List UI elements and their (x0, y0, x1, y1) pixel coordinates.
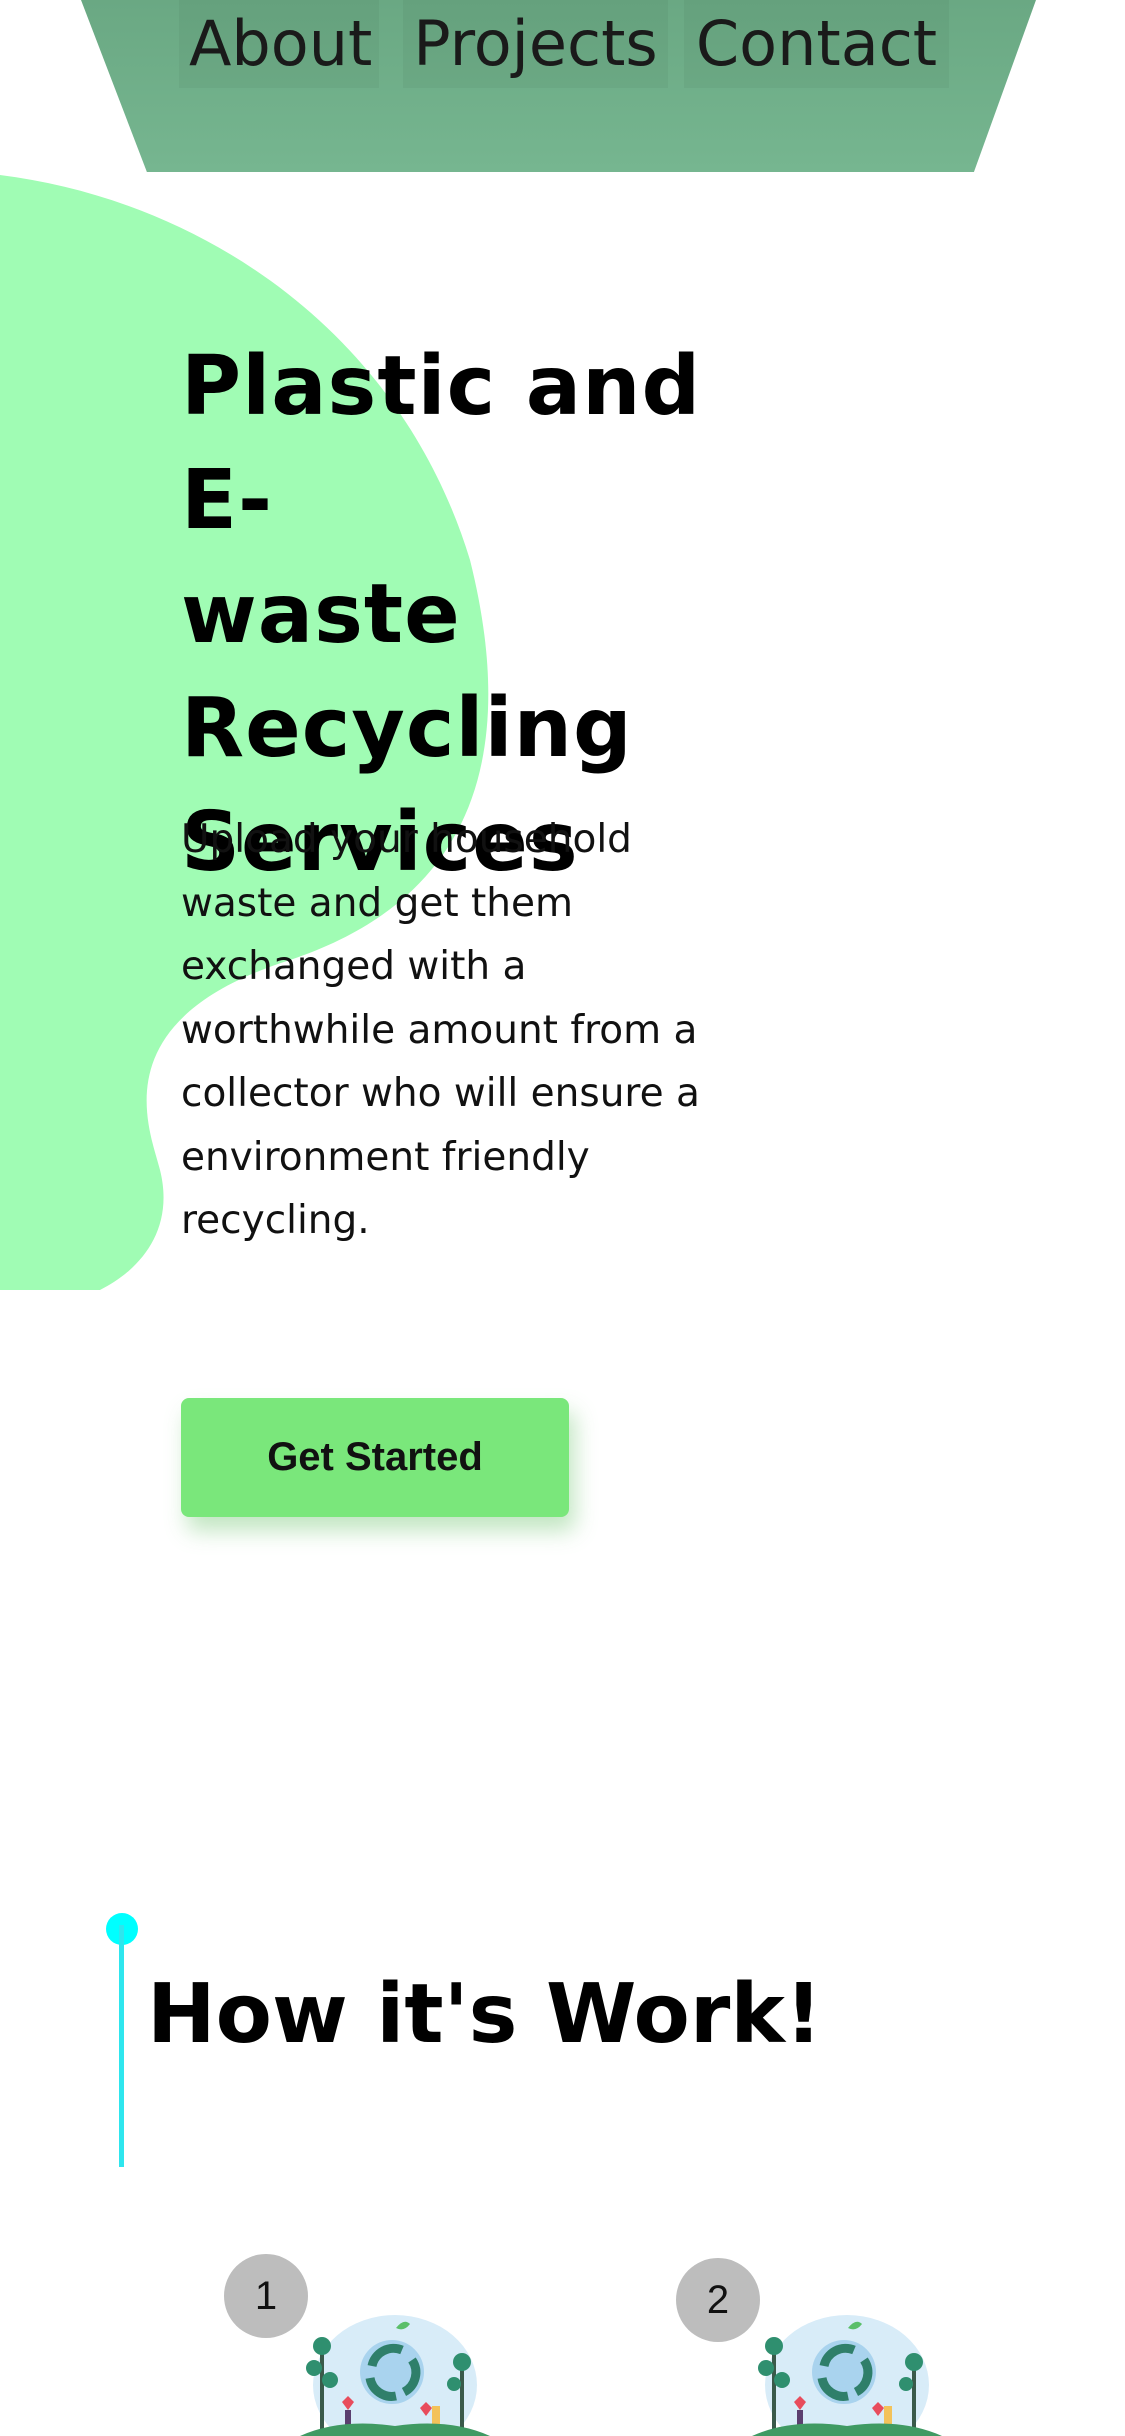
how-it-works-title: How it's Work! (147, 1967, 823, 2062)
recycling-illustration (300, 2315, 490, 2436)
nav-link-about[interactable]: About (179, 0, 379, 88)
timeline-line (119, 1925, 124, 2167)
hero-title-line: Plastic and E- (181, 339, 702, 548)
hero-description-line: recycling. (181, 1198, 370, 1243)
hero-title-line: waste (181, 567, 461, 662)
hero-description-line: worthwhile amount from a (181, 1007, 698, 1053)
hero-description: Upload your household waste and get them… (181, 808, 721, 1253)
nav-link-contact[interactable]: Contact (684, 0, 949, 88)
hero-description-line: collector who will ensure a (181, 1071, 700, 1116)
hero-title-line: Recycling (181, 681, 633, 776)
hero-description-line: Upload your household (181, 817, 632, 862)
nav-link-projects[interactable]: Projects (403, 0, 668, 88)
recycling-illustration (752, 2315, 942, 2436)
step-number-badge: 2 (676, 2258, 760, 2342)
step-number-badge: 1 (224, 2254, 308, 2338)
top-nav: About Projects Contact (81, 0, 1036, 172)
hero-description-line: environment friendly (181, 1134, 590, 1180)
hero-description-line: waste and get them (181, 880, 573, 926)
hero-description-line: exchanged with a (181, 944, 527, 989)
get-started-button[interactable]: Get Started (181, 1398, 569, 1517)
